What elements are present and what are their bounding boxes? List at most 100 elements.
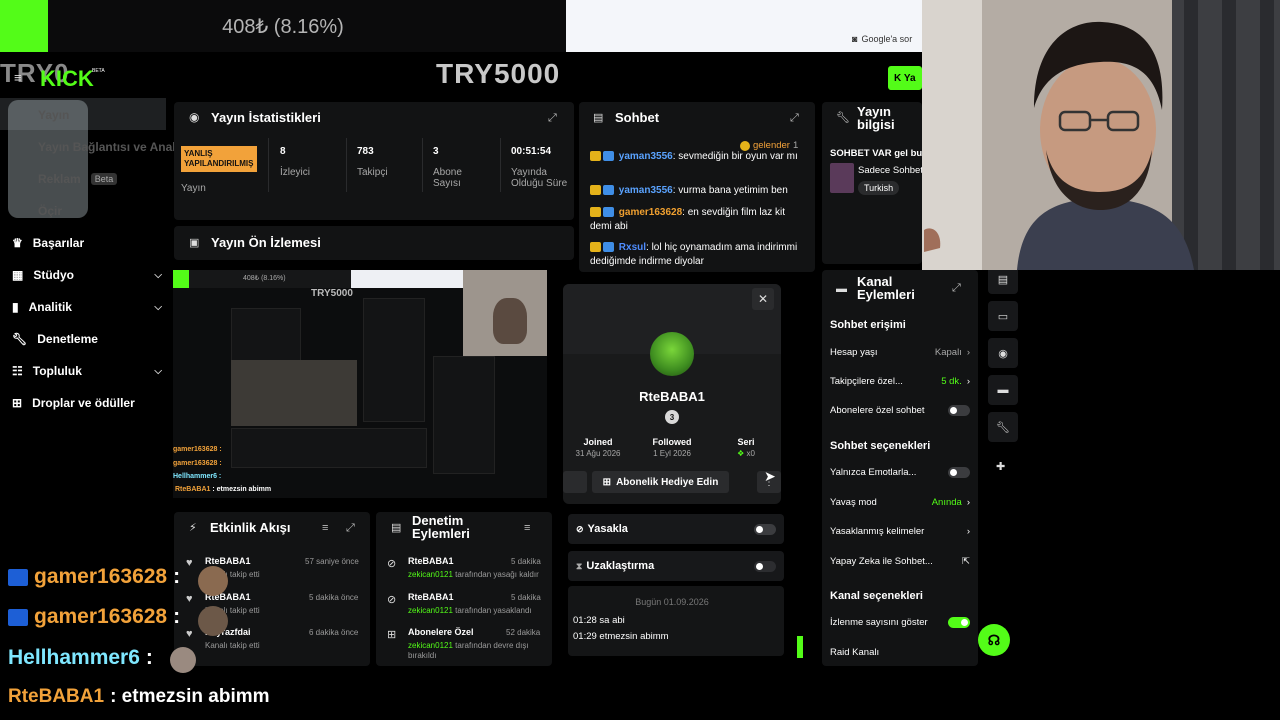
stat-divider (422, 138, 423, 192)
go-live-button[interactable]: K Ya (888, 66, 922, 90)
raid-row[interactable]: Raid Kanalı (830, 647, 970, 658)
timeout-action-row[interactable]: ⧗ Uzaklaştırma (568, 551, 784, 581)
gift-sub-button[interactable]: ⊞ Abonelik Hediye Edin (592, 471, 729, 493)
ban-action-row[interactable]: ⊘ Yasakla (568, 514, 784, 544)
chevron-down-icon: ⌵ (154, 301, 162, 313)
sidebar-item-achievements[interactable]: ♛ Başarılar (12, 236, 162, 250)
verified-badge-icon (603, 207, 614, 218)
rail-chat-icon[interactable]: ▭ (988, 301, 1018, 331)
beta-badge: Beta (90, 173, 118, 185)
subs-only-toggle[interactable] (948, 405, 970, 416)
sidebar-item-stream-key[interactable]: Yayın Bağlantısı ve Anahtarı (38, 140, 178, 154)
expand-icon[interactable]: ⤢ (548, 112, 557, 125)
slow-mode-value: Anında › (932, 497, 970, 508)
raid-label: Raid Kanalı (830, 647, 880, 658)
chat-username[interactable]: yaman3556 (619, 151, 673, 162)
rail-layout-icon[interactable]: ▬ (988, 375, 1018, 405)
modlog-name: RteBABA1 (408, 556, 454, 566)
sidebar-item-moderation[interactable]: 🔧︎ Denetleme (12, 332, 162, 346)
chat-username[interactable]: Rxsul (619, 242, 646, 253)
joined-info: Joined 31 Ağu 2026 (574, 437, 622, 458)
followers-only-row[interactable]: Takipçilere özel... 5 dk. › (830, 376, 970, 387)
expand-icon[interactable]: ⤢ (346, 522, 355, 535)
emotes-only-toggle[interactable] (948, 467, 970, 478)
hamburger-menu-icon[interactable]: ≡ (14, 70, 22, 85)
chat-text: : vurma bana yetimim ben (672, 185, 788, 196)
gift-icon: ⊞ (602, 476, 612, 488)
sidebar-item-label: Droplar ve ödüller (32, 396, 135, 410)
ban-toggle[interactable] (754, 523, 776, 535)
stream-preview-video[interactable]: 408₺ (8.16%) TRY5000 gamer163628 : gamer… (173, 270, 547, 498)
browser-strip (566, 0, 922, 52)
stat-viewers: 8 İzleyici (280, 146, 310, 178)
user-card-username: RteBABA1 (639, 389, 705, 404)
overlay-chat-text: : etmezsin abimm (110, 686, 270, 707)
stats-panel-icon: ◉ (189, 110, 200, 124)
rail-record-icon[interactable]: ◉ (988, 338, 1018, 368)
ai-chat-row[interactable]: Yapay Zeka ile Sohbet... ⇱ (830, 556, 970, 567)
streak-value: ❖ x0 (730, 449, 762, 458)
modlog-name: Abonelere Özel (408, 627, 474, 637)
rail-wrench-icon[interactable]: 🔧︎ (988, 412, 1018, 442)
user-card-action-button[interactable] (563, 471, 587, 493)
show-viewers-toggle[interactable] (948, 617, 970, 628)
channel-options-heading: Kanal seçenekleri (830, 590, 923, 602)
filter-icon[interactable]: ≡ (524, 522, 530, 534)
show-viewers-row[interactable]: İzlenme sayısını göster (830, 617, 970, 628)
modlog-sub: zekican0121 tarafından devre dışı bırakı… (408, 641, 548, 661)
sidebar-item-stream[interactable]: Yayın (38, 108, 188, 122)
sidebar-item-analytics[interactable]: ▮ Analitik ⌵ (12, 300, 162, 314)
sidebar-item-exit[interactable]: Öçir (38, 204, 188, 218)
stat-followers: 783 Takipçi (357, 146, 388, 178)
activity-name: RteBABA1 (205, 556, 251, 566)
help-headset-icon[interactable]: ☊ (978, 624, 1010, 656)
account-age-row[interactable]: Hesap yaşı Kapalı › (830, 347, 970, 358)
modlog-desc: tarafından yasaklandı (455, 606, 532, 615)
stat-value: 3 (433, 146, 439, 157)
mini-chat-line: gamer163628 : (173, 446, 222, 453)
banned-words-label: Yasaklanmış kelimeler (830, 526, 925, 537)
category-name[interactable]: Sadece Sohbet (858, 165, 922, 176)
studio-icon: ▦ (12, 268, 24, 282)
sidebar-item-drops[interactable]: ⊞ Droplar ve ödüller (12, 396, 162, 410)
overlay-chat-text: : (145, 646, 153, 669)
history-message: 01:29 etmezsin abimm (573, 631, 669, 642)
stat-label: Abone Sayısı (433, 167, 462, 189)
sidebar-item-community[interactable]: ☷ Topluluk ⌵ (12, 364, 162, 378)
trophy-icon: ♛ (12, 236, 23, 250)
rail-add-widget-icon[interactable]: ✚ (996, 460, 1005, 473)
chat-username[interactable]: gamer163628 (619, 207, 682, 218)
expand-icon[interactable]: ⤢ (952, 282, 961, 295)
timeout-toggle[interactable] (754, 560, 776, 572)
lightning-icon: ⚡︎ (189, 522, 197, 534)
filter-icon[interactable]: ≡ (322, 522, 328, 534)
sidebar-item-ads[interactable]: Reklam Beta (38, 172, 188, 186)
mod-log-icon: ▤ (391, 522, 402, 534)
modlog-desc: tarafından yasağı kaldır (455, 570, 539, 579)
gift-sub-label: Abonelik Hediye Edin (616, 476, 719, 488)
sidebar-item-studio[interactable]: ▦ Stüdyo ⌵ (12, 268, 162, 282)
mouse-cursor-icon: ➤ (764, 468, 776, 484)
expand-icon[interactable]: ⤢ (790, 112, 799, 125)
mini-settings-panel (433, 356, 495, 474)
chat-icon: ▤ (593, 112, 604, 124)
chat-panel-title: Sohbet (615, 110, 660, 125)
banned-words-row[interactable]: Yasaklanmış kelimeler › (830, 526, 970, 537)
streak-count: x0 (746, 449, 755, 458)
chat-username[interactable]: yaman3556 (619, 185, 673, 196)
history-time: 01:28 (573, 615, 597, 626)
chat-message: Rxsul: lol hiç oynamadım ama indirimmi d… (590, 241, 800, 269)
overlay-chat-user: gamer163628 (34, 605, 168, 628)
sidebar-item-label: Başarılar (32, 236, 85, 250)
kick-logo[interactable]: KICK (40, 66, 94, 92)
slow-mode-row[interactable]: Yavaş mod Anında › (830, 497, 970, 508)
activity-time: 57 saniye önce (305, 557, 359, 566)
subs-only-row[interactable]: Abonelere özel sohbet (830, 405, 970, 416)
modlog-time: 5 dakika (511, 593, 541, 602)
emotes-only-row[interactable]: Yalnızca Emotlarla... (830, 467, 970, 478)
slow-mode-label: Yavaş mod (830, 497, 877, 508)
subscriber-badge-icon (590, 151, 601, 162)
google-ask-chip[interactable]: ◙ Google'a sor (852, 34, 912, 44)
gift-icon: ⊞ (387, 629, 397, 641)
close-icon[interactable]: ✕ (752, 288, 774, 310)
